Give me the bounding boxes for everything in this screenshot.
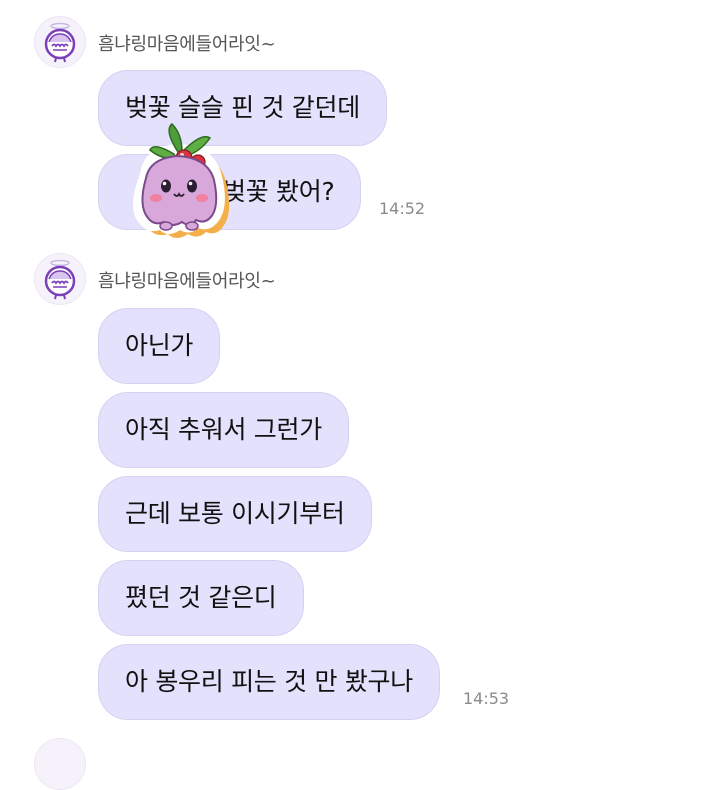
message-timestamp: 14:52 [379, 199, 426, 218]
sender-avatar[interactable] [34, 16, 86, 68]
message-bubble[interactable]: 폈던 것 같은디 [98, 560, 304, 636]
sender-name: 흠냐링마음에들어라잇~ [98, 271, 276, 292]
message-bubble[interactable]: 아 봉우리 피는 것 만 봤구나 [98, 644, 440, 720]
sender-avatar[interactable] [34, 253, 86, 305]
cartoon-face-with-halo-icon [44, 22, 76, 63]
message-text: 벚꽃 봤어? [223, 177, 335, 206]
message-bubble[interactable]: 아닌가 [98, 308, 221, 384]
sender-name: 흠냐링마음에들어라잇~ [98, 34, 276, 55]
cartoon-face-with-halo-icon [44, 259, 76, 300]
radish-character-sticker[interactable] [120, 122, 236, 244]
message-timestamp: 14:53 [463, 689, 510, 708]
message-bubble[interactable]: 아직 추워서 그런가 [98, 392, 349, 468]
message-bubble[interactable]: 근데 보통 이시기부터 [98, 476, 372, 552]
sender-avatar-partial[interactable] [34, 738, 86, 790]
